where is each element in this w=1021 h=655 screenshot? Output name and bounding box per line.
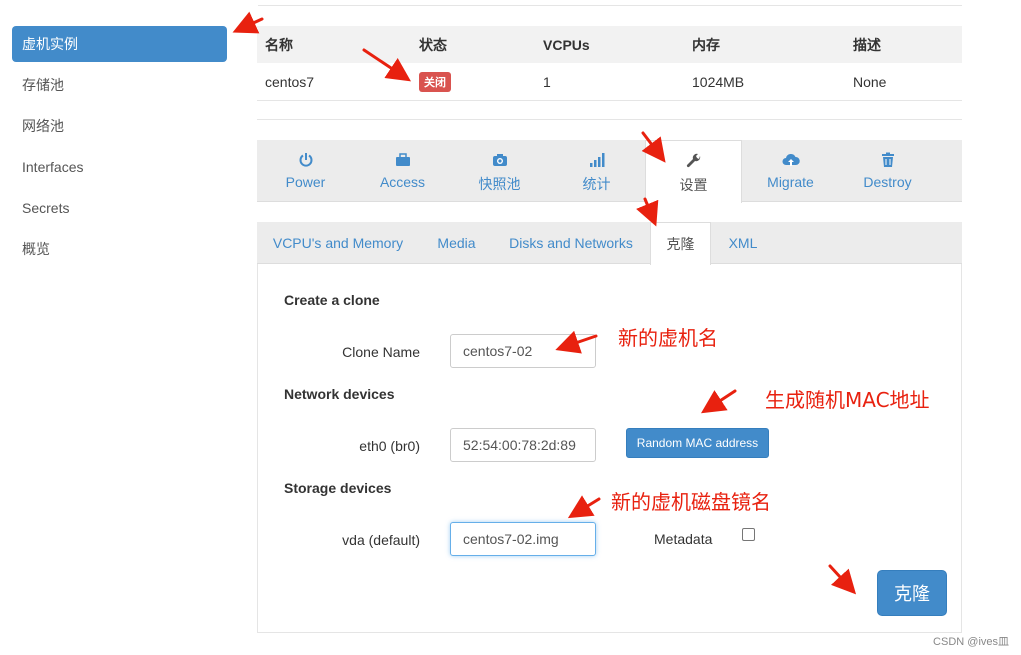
arrow-random-mac [700,389,737,414]
watermark: CSDN @ives皿 [933,636,1009,648]
annotation-arrows [232,11,857,595]
arrow-clone-button [828,564,857,595]
arrow-settings-tab [641,131,666,163]
arrow-clone-subtab [636,197,659,227]
arrow-disk-name [567,495,601,519]
arrow-clone-name [555,330,598,354]
arrow-status [362,48,411,82]
arrow-sidebar [232,11,264,34]
